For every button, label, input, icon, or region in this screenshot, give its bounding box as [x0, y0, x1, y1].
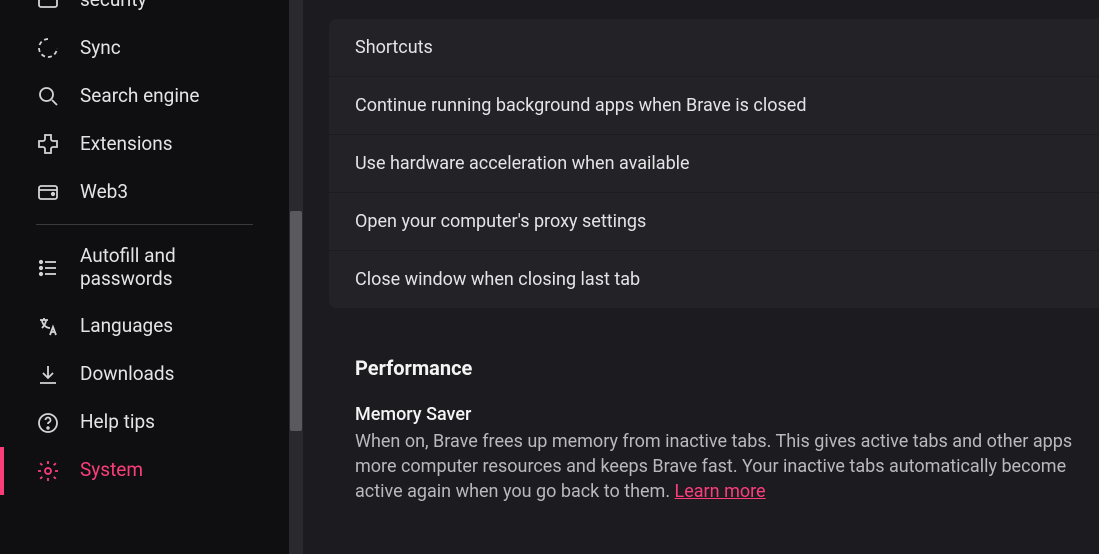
sidebar-item-autofill[interactable]: Autofill and passwords — [0, 233, 289, 303]
sidebar-item-search-engine[interactable]: Search engine — [0, 72, 289, 120]
memory-saver-description: When on, Brave frees up memory from inac… — [355, 429, 1073, 505]
sidebar-item-label: Sync — [80, 37, 269, 60]
sidebar-item-sync[interactable]: Sync — [0, 24, 289, 72]
sidebar-divider — [36, 224, 253, 225]
shield-icon — [36, 0, 60, 12]
sidebar-item-label: System — [80, 459, 269, 482]
sidebar-item-system[interactable]: System — [0, 447, 289, 495]
sidebar: security Sync Search engine Extensions W… — [0, 0, 289, 554]
download-icon — [36, 363, 60, 387]
sidebar-item-label: Autofill and passwords — [80, 245, 269, 291]
wallet-icon — [36, 180, 60, 204]
sidebar-item-label: security — [80, 0, 269, 11]
row-close-window-last-tab[interactable]: Close window when closing last tab — [329, 251, 1099, 308]
puzzle-icon — [36, 132, 60, 156]
row-shortcuts[interactable]: Shortcuts — [329, 19, 1099, 77]
main-content: Shortcuts Continue running background ap… — [289, 0, 1099, 554]
sidebar-item-label: Search engine — [80, 85, 269, 108]
sidebar-item-extensions[interactable]: Extensions — [0, 120, 289, 168]
sidebar-item-security[interactable]: security — [0, 0, 289, 24]
sidebar-item-label: Downloads — [80, 363, 269, 386]
sidebar-item-label: Languages — [80, 315, 269, 338]
gear-icon — [36, 459, 60, 483]
sidebar-scrollbar-thumb[interactable] — [290, 211, 302, 431]
sync-icon — [36, 36, 60, 60]
sidebar-item-label: Extensions — [80, 133, 269, 156]
settings-panel: Shortcuts Continue running background ap… — [329, 19, 1099, 308]
sidebar-item-web3[interactable]: Web3 — [0, 168, 289, 216]
sidebar-item-downloads[interactable]: Downloads — [0, 351, 289, 399]
row-proxy-settings[interactable]: Open your computer's proxy settings — [329, 193, 1099, 251]
translate-icon — [36, 315, 60, 339]
learn-more-link[interactable]: Learn more — [675, 481, 766, 502]
search-icon — [36, 84, 60, 108]
row-background-apps[interactable]: Continue running background apps when Br… — [329, 77, 1099, 135]
memory-saver-title: Memory Saver — [355, 404, 1073, 425]
memory-saver-section: Memory Saver When on, Brave frees up mem… — [329, 392, 1099, 525]
sidebar-item-label: Web3 — [80, 181, 269, 204]
row-hardware-acceleration[interactable]: Use hardware acceleration when available — [329, 135, 1099, 193]
sidebar-item-languages[interactable]: Languages — [0, 303, 289, 351]
help-icon — [36, 411, 60, 435]
sidebar-item-help-tips[interactable]: Help tips — [0, 399, 289, 447]
sidebar-item-label: Help tips — [80, 411, 269, 434]
performance-heading: Performance — [329, 338, 1099, 392]
list-icon — [36, 256, 60, 280]
